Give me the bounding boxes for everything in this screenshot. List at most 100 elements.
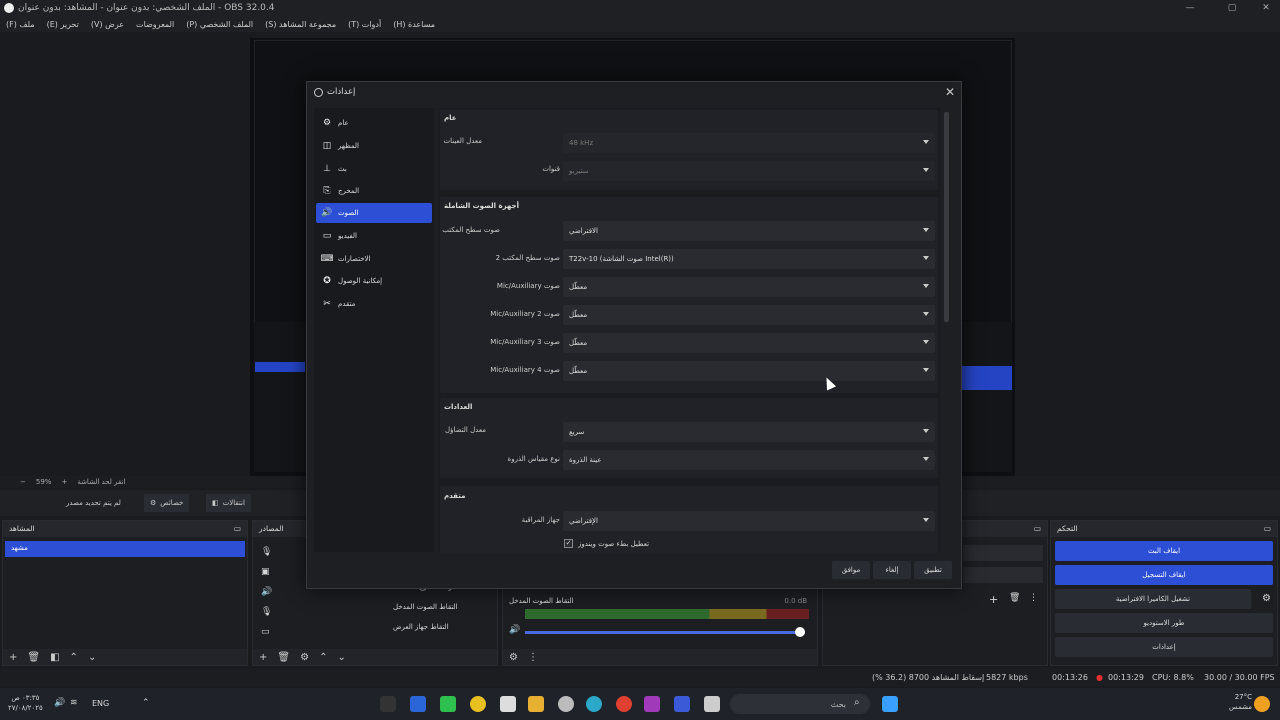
sidebar-item-audio[interactable]: 🔊 الصوت	[316, 203, 432, 223]
app-icon[interactable]	[704, 696, 720, 712]
controls-dock: التحكم ▭ ايقاف البث ايقاف التسجيل تشغيل ا…	[1050, 520, 1278, 666]
chrome-icon[interactable]	[616, 696, 632, 712]
desktop-audio-select[interactable]: الافتراضي	[563, 221, 935, 241]
sidebar-item-hotkeys[interactable]: ⌨ الاختصارات	[316, 249, 432, 269]
menu-edit[interactable]: (E) تحرير	[47, 20, 79, 29]
add-icon[interactable]: +	[989, 593, 998, 606]
monitor-device-select[interactable]: الإفتراضي	[563, 511, 935, 531]
dialog-titlebar: إعدادات	[306, 81, 962, 103]
properties-button[interactable]: ⚙ خصائص	[144, 494, 190, 512]
arrow-up-icon[interactable]: ⌃	[70, 652, 78, 663]
minimize-icon[interactable]: —	[1176, 0, 1204, 16]
menu-dots-icon[interactable]: ⋮	[528, 652, 538, 663]
zoom-in-icon[interactable]: +	[61, 478, 67, 486]
sidebar-item-output[interactable]: ⎘ المخرج	[316, 181, 432, 201]
stop-recording-button[interactable]: ايقاف التسجيل	[1055, 565, 1273, 585]
app-icon[interactable]	[440, 696, 456, 712]
gear-icon[interactable]: ⚙	[509, 652, 518, 663]
app-icon[interactable]	[410, 696, 426, 712]
volume-slider[interactable]	[525, 631, 805, 634]
edge-icon[interactable]	[586, 696, 602, 712]
bitrate: 5827 kbps	[986, 673, 1028, 682]
search-icon: ⌕	[854, 697, 860, 708]
menu-view[interactable]: (V) عرض	[91, 20, 124, 29]
cpu-usage: CPU: 8.8%	[1152, 673, 1194, 682]
arrow-down-icon[interactable]: ⌄	[337, 652, 345, 663]
taskbar-search[interactable]: بحث	[730, 694, 870, 714]
obs-logo-icon	[314, 87, 323, 97]
speaker-icon[interactable]: 🔊	[509, 625, 520, 635]
desktop-audio-2-select[interactable]: T22v-10 (صوت الشاشة Intel(R))	[563, 249, 935, 269]
settings-button[interactable]: إعدادات	[1055, 637, 1273, 657]
volume-icon[interactable]: 🔊	[54, 698, 65, 708]
channels-select[interactable]: ستيريو	[563, 161, 935, 181]
maximize-icon[interactable]: ▢	[1218, 0, 1246, 16]
close-icon[interactable]: ✕	[1252, 0, 1280, 16]
dock-undock-icon[interactable]: ▭	[1034, 524, 1041, 534]
sidebar-item-advanced[interactable]: ✂ متقدم	[316, 294, 432, 314]
source-item[interactable]: التقاط جهاز العرض	[393, 623, 483, 631]
menu-profile[interactable]: (P) الملف الشخصي	[186, 20, 253, 29]
filter-icon[interactable]: ◧	[50, 652, 59, 663]
ducking-checkbox[interactable]: ✓	[564, 539, 573, 548]
mic-aux-4-select[interactable]: معطّل	[563, 361, 935, 381]
dock-undock-icon[interactable]: ▭	[234, 524, 241, 534]
folder-icon[interactable]	[528, 696, 544, 712]
sidebar-item-general[interactable]: ⚙ عام	[316, 113, 432, 133]
app-icon[interactable]	[500, 696, 516, 712]
weather-widget[interactable]: 27°C مشمس	[1222, 692, 1252, 712]
chevron-up-icon[interactable]: ⌃	[142, 698, 150, 708]
arrow-up-icon[interactable]: ⌃	[319, 652, 327, 663]
zoom-fit-label[interactable]: انقر لحد الشاشة	[77, 478, 125, 486]
add-icon[interactable]: +	[9, 652, 17, 663]
trash-icon[interactable]: 🗑	[277, 652, 290, 663]
wifi-icon[interactable]: ≋	[70, 698, 78, 708]
sidebar-item-stream[interactable]: ⊥ بث	[316, 159, 432, 179]
menu-help[interactable]: (H) مساعدة	[393, 20, 435, 29]
trash-icon[interactable]: 🗑	[27, 652, 40, 663]
windows-start-icon[interactable]	[882, 696, 898, 712]
add-icon[interactable]: +	[259, 652, 267, 663]
stop-stream-button[interactable]: ايقاف البث	[1055, 541, 1273, 561]
menu-scene-collection[interactable]: (S) مجموعة المشاهد	[265, 20, 336, 29]
menu-dots-icon[interactable]: ⋮	[1029, 593, 1038, 603]
sidebar-item-accessibility[interactable]: ✪ إمكانية الوصول	[316, 271, 432, 291]
sample-rate-select[interactable]: 48 kHz	[563, 133, 935, 153]
app-icon[interactable]	[470, 696, 486, 712]
peak-meter-select[interactable]: عينة الذروة	[563, 450, 935, 470]
dock-undock-icon[interactable]: ▭	[1264, 524, 1271, 534]
mic-aux-2-select[interactable]: معطّل	[563, 305, 935, 325]
gear-icon[interactable]: ⚙	[1262, 593, 1271, 604]
gear-icon[interactable]: ⚙	[300, 652, 309, 663]
zoom-out-icon[interactable]: −	[20, 478, 26, 486]
duration-spinner[interactable]	[963, 567, 1043, 583]
obs-taskbar-icon[interactable]	[380, 696, 396, 712]
language-indicator[interactable]: ENG	[92, 699, 109, 708]
source-item[interactable]: التقاط الصوت المدخل	[393, 603, 483, 611]
arrow-down-icon[interactable]: ⌄	[88, 652, 96, 663]
transition-select[interactable]	[963, 545, 1043, 561]
mic-aux-3-select[interactable]: معطّل	[563, 333, 935, 353]
menu-docks[interactable]: المعروضات	[136, 20, 174, 29]
app-icon[interactable]	[558, 696, 574, 712]
scene-item[interactable]: مشهد	[5, 541, 245, 557]
app-icon[interactable]	[674, 696, 690, 712]
dropped-frames: إسقاط المشاهد 8700 (36.2 %)	[872, 673, 985, 682]
content-scrollbar[interactable]	[944, 112, 949, 322]
cancel-button[interactable]: إلغاء	[873, 561, 911, 579]
virtual-camera-button[interactable]: تشغيل الكاميرا الافتراضية	[1055, 589, 1251, 609]
decay-rate-select[interactable]: سريع	[563, 422, 935, 442]
mic-aux-select[interactable]: معطّل	[563, 277, 935, 297]
dialog-close-icon[interactable]: ✕	[942, 84, 958, 100]
trash-icon[interactable]: 🗑	[1009, 593, 1020, 603]
menu-file[interactable]: (F) ملف	[6, 20, 35, 29]
ok-button[interactable]: موافق	[832, 561, 870, 579]
menu-tools[interactable]: (T) أدوات	[348, 20, 381, 29]
filters-button[interactable]: ◧ انتقالات	[206, 494, 251, 512]
volume-slider-handle[interactable]	[795, 627, 805, 637]
apply-button[interactable]: تطبيق	[914, 561, 952, 579]
studio-mode-button[interactable]: طور الاستوديو	[1055, 613, 1273, 633]
onenote-icon[interactable]	[644, 696, 660, 712]
monitor-icon: ▭	[322, 231, 332, 241]
window-titlebar: الملف الشخصي: بدون عنوان - المشاهد: بدون…	[0, 0, 1280, 16]
